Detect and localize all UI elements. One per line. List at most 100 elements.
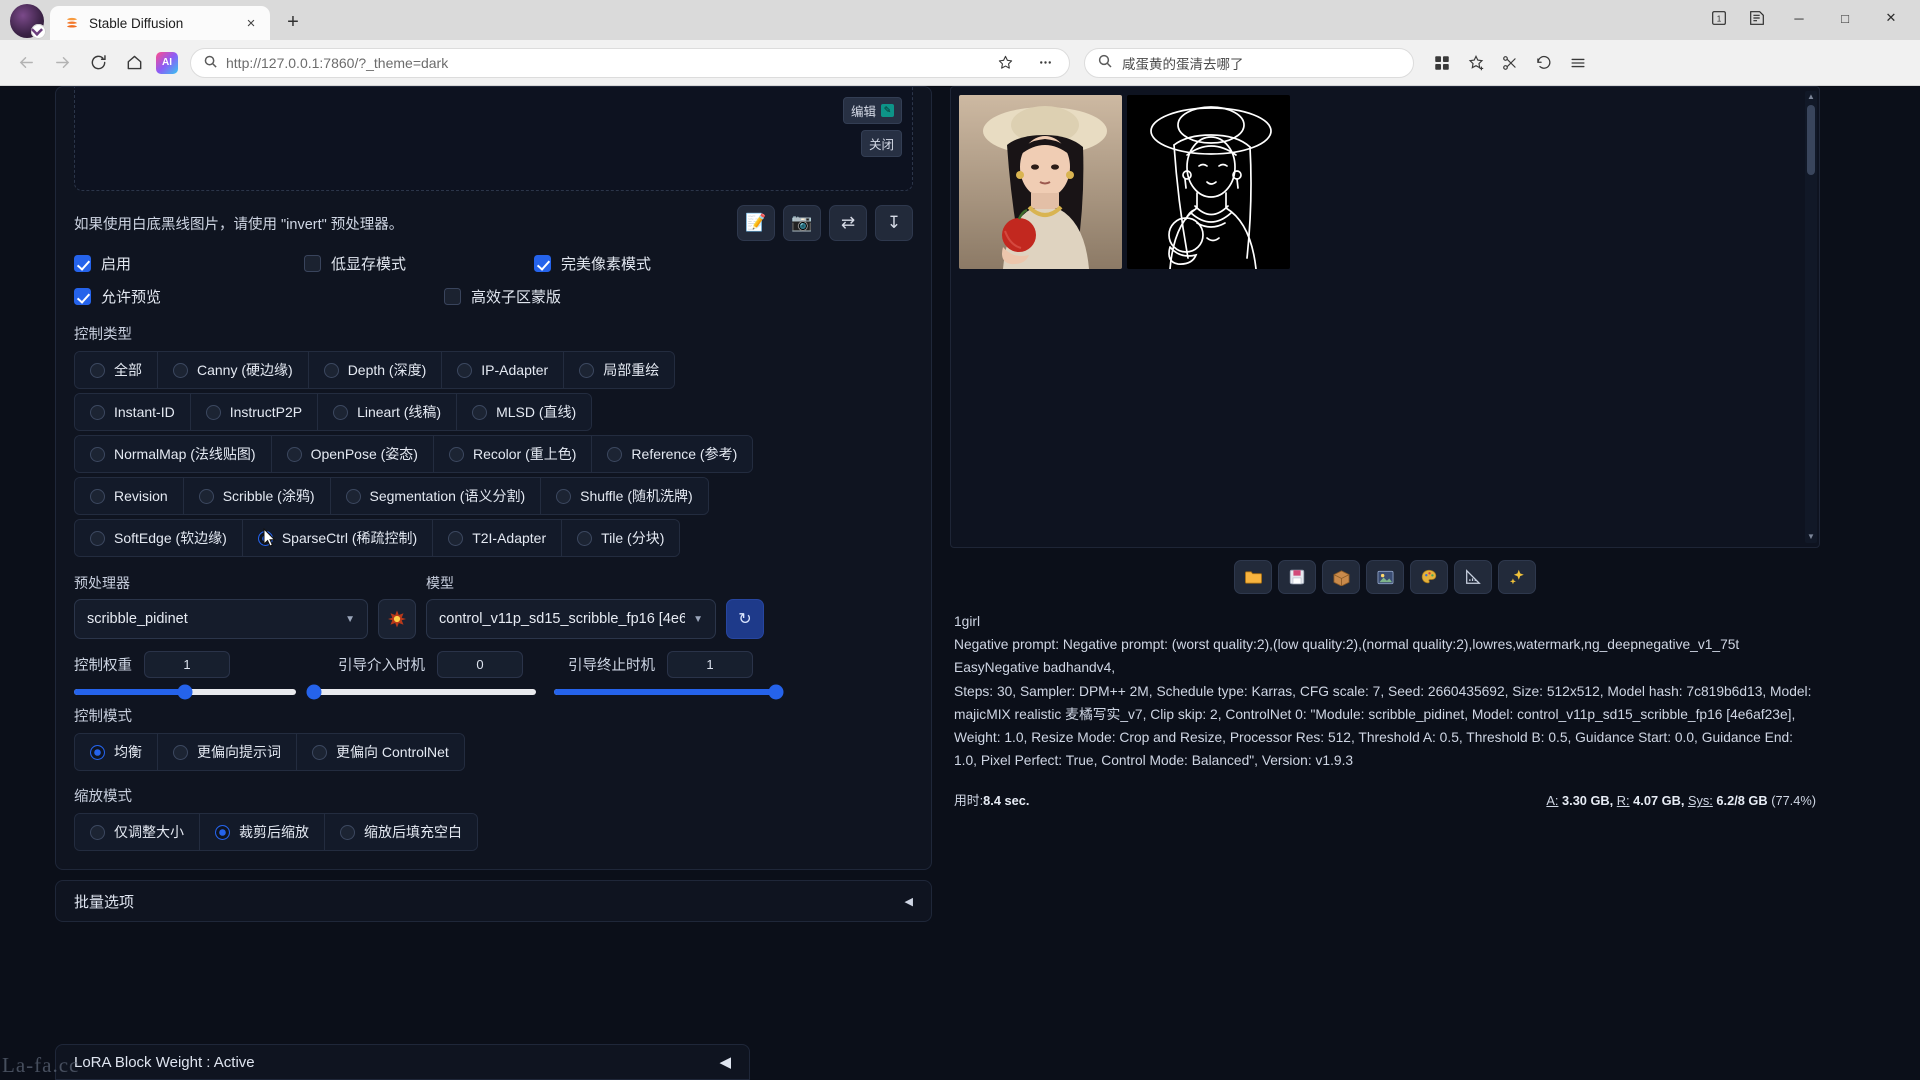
source-image-thumbnail[interactable] (959, 95, 1122, 269)
radio-dot[interactable] (90, 362, 105, 378)
tab-close-icon[interactable]: × (240, 12, 262, 34)
resize-mode-option[interactable]: 缩放后填充空白 (325, 814, 477, 850)
reload-icon[interactable] (82, 47, 114, 79)
scroll-down-icon[interactable]: ▼ (1805, 531, 1817, 543)
window-close-button[interactable]: ✕ (1870, 0, 1912, 37)
palette-icon[interactable] (1410, 560, 1448, 594)
control-type-option[interactable]: Recolor (重上色) (433, 436, 593, 472)
radio-dot[interactable] (340, 824, 355, 840)
radio-dot[interactable] (607, 446, 623, 462)
control-mode-option-selected[interactable]: 均衡 (75, 734, 158, 770)
slider-value[interactable]: 0 (437, 651, 523, 678)
control-type-option[interactable]: Segmentation (语义分割) (330, 478, 542, 514)
control-type-option[interactable]: IP-Adapter (442, 352, 565, 388)
preview-scrollbar[interactable]: ▲ ▼ (1805, 91, 1817, 543)
control-type-option[interactable]: 局部重绘 (564, 352, 675, 388)
checkbox-lowvram[interactable]: 低显存模式 (304, 253, 534, 274)
settings-menu-icon[interactable] (1562, 47, 1594, 79)
control-type-option[interactable]: Instant-ID (75, 394, 191, 430)
control-mode-option[interactable]: 更偏向 ControlNet (297, 734, 464, 770)
slider-start-track[interactable] (306, 684, 536, 700)
checkbox-box[interactable] (304, 255, 321, 272)
lora-block-weight-accordion[interactable]: LoRA Block Weight : Active ◀ (55, 1044, 750, 1080)
control-type-option[interactable]: 全部 (75, 352, 158, 388)
radio-dot[interactable] (448, 530, 464, 546)
image-upload-box[interactable]: 编辑 ✎ 关闭 (74, 87, 913, 191)
radio-dot[interactable] (173, 744, 188, 760)
search-box[interactable]: 咸蛋黄的蛋清去哪了 (1084, 47, 1414, 78)
image-icon[interactable] (1366, 560, 1404, 594)
slider-value[interactable]: 1 (144, 651, 230, 678)
note-icon[interactable]: 📝 (737, 205, 775, 241)
edit-button[interactable]: 编辑 ✎ (842, 97, 902, 124)
radio-dot[interactable] (90, 404, 105, 420)
sparkle-icon[interactable] (1498, 560, 1536, 594)
radio-dot[interactable] (257, 530, 273, 546)
control-type-option[interactable]: Tile (分块) (562, 520, 680, 556)
radio-dot[interactable] (448, 446, 464, 462)
radio-dot[interactable] (90, 488, 105, 504)
ruler-icon[interactable] (1454, 560, 1492, 594)
radio-dot[interactable] (286, 446, 302, 462)
radio-dot[interactable] (90, 446, 105, 462)
window-maximize-button[interactable]: □ (1824, 0, 1866, 37)
slider-weight-track[interactable] (74, 684, 296, 700)
control-mode-option[interactable]: 更偏向提示词 (158, 734, 297, 770)
history-icon[interactable] (1528, 47, 1560, 79)
arrow-icon[interactable]: ↧ (875, 205, 913, 241)
collections-icon[interactable]: 1 (1702, 3, 1736, 33)
control-type-option[interactable]: Shuffle (随机洗牌) (541, 478, 708, 514)
folder-icon[interactable] (1234, 560, 1272, 594)
checkbox-allow-preview[interactable]: 允许预览 (74, 286, 444, 307)
control-type-option-selected[interactable]: SparseCtrl (稀疏控制) (242, 520, 434, 556)
collections-pane-icon[interactable] (1460, 47, 1492, 79)
zip-icon[interactable] (1322, 560, 1360, 594)
model-dropdown[interactable]: control_v11p_sd15_scribble_fp16 [4e6a ▼ (426, 599, 716, 639)
radio-dot[interactable] (457, 362, 473, 378)
radio-dot[interactable] (215, 824, 230, 840)
control-type-option[interactable]: InstructP2P (190, 394, 319, 430)
radio-dot[interactable] (90, 744, 105, 760)
bookmark-star-icon[interactable] (989, 47, 1021, 79)
control-type-option[interactable]: T2I-Adapter (433, 520, 563, 556)
preprocessor-dropdown[interactable]: scribble_pidinet ▼ (74, 599, 368, 639)
radio-dot[interactable] (556, 488, 572, 504)
forward-icon[interactable] (46, 47, 78, 79)
checkbox-effective-mask[interactable]: 高效子区蒙版 (444, 286, 561, 307)
save-icon[interactable] (1278, 560, 1316, 594)
checkbox-box[interactable] (534, 255, 551, 272)
new-tab-button[interactable]: + (278, 7, 308, 37)
browser-tab[interactable]: Stable Diffusion × (50, 6, 270, 40)
window-minimize-button[interactable]: ─ (1778, 0, 1820, 37)
radio-dot[interactable] (323, 362, 339, 378)
address-more-icon[interactable] (1029, 47, 1061, 79)
radio-dot[interactable] (472, 404, 488, 420)
apps-grid-icon[interactable] (1426, 47, 1458, 79)
checkbox-box[interactable] (74, 288, 91, 305)
radio-dot[interactable] (345, 488, 361, 504)
resize-mode-option-selected[interactable]: 裁剪后缩放 (200, 814, 325, 850)
control-type-option[interactable]: Depth (深度) (308, 352, 443, 388)
control-type-option[interactable]: Lineart (线稿) (318, 394, 458, 430)
preprocessed-image-thumbnail[interactable] (1127, 95, 1290, 269)
control-type-option[interactable]: Scribble (涂鸦) (183, 478, 331, 514)
close-button[interactable]: 关闭 (860, 130, 902, 157)
control-type-option[interactable]: Reference (参考) (592, 436, 753, 472)
checkbox-box[interactable] (74, 255, 91, 272)
radio-dot[interactable] (173, 362, 188, 378)
checkbox-box[interactable] (444, 288, 461, 305)
home-icon[interactable] (118, 47, 150, 79)
control-type-option[interactable]: MLSD (直线) (457, 394, 592, 430)
radio-dot[interactable] (312, 744, 327, 760)
slider-end-track[interactable] (554, 684, 784, 700)
radio-dot[interactable] (579, 362, 595, 378)
control-type-option[interactable]: NormalMap (法线贴图) (75, 436, 272, 472)
camera-icon[interactable]: 📷 (783, 205, 821, 241)
radio-dot[interactable] (198, 488, 214, 504)
checkbox-enable[interactable]: 启用 (74, 253, 304, 274)
radio-dot[interactable] (577, 530, 593, 546)
split-screen-icon[interactable] (1494, 47, 1526, 79)
control-type-option[interactable]: OpenPose (姿态) (271, 436, 434, 472)
profile-avatar[interactable] (10, 4, 46, 39)
back-icon[interactable] (10, 47, 42, 79)
